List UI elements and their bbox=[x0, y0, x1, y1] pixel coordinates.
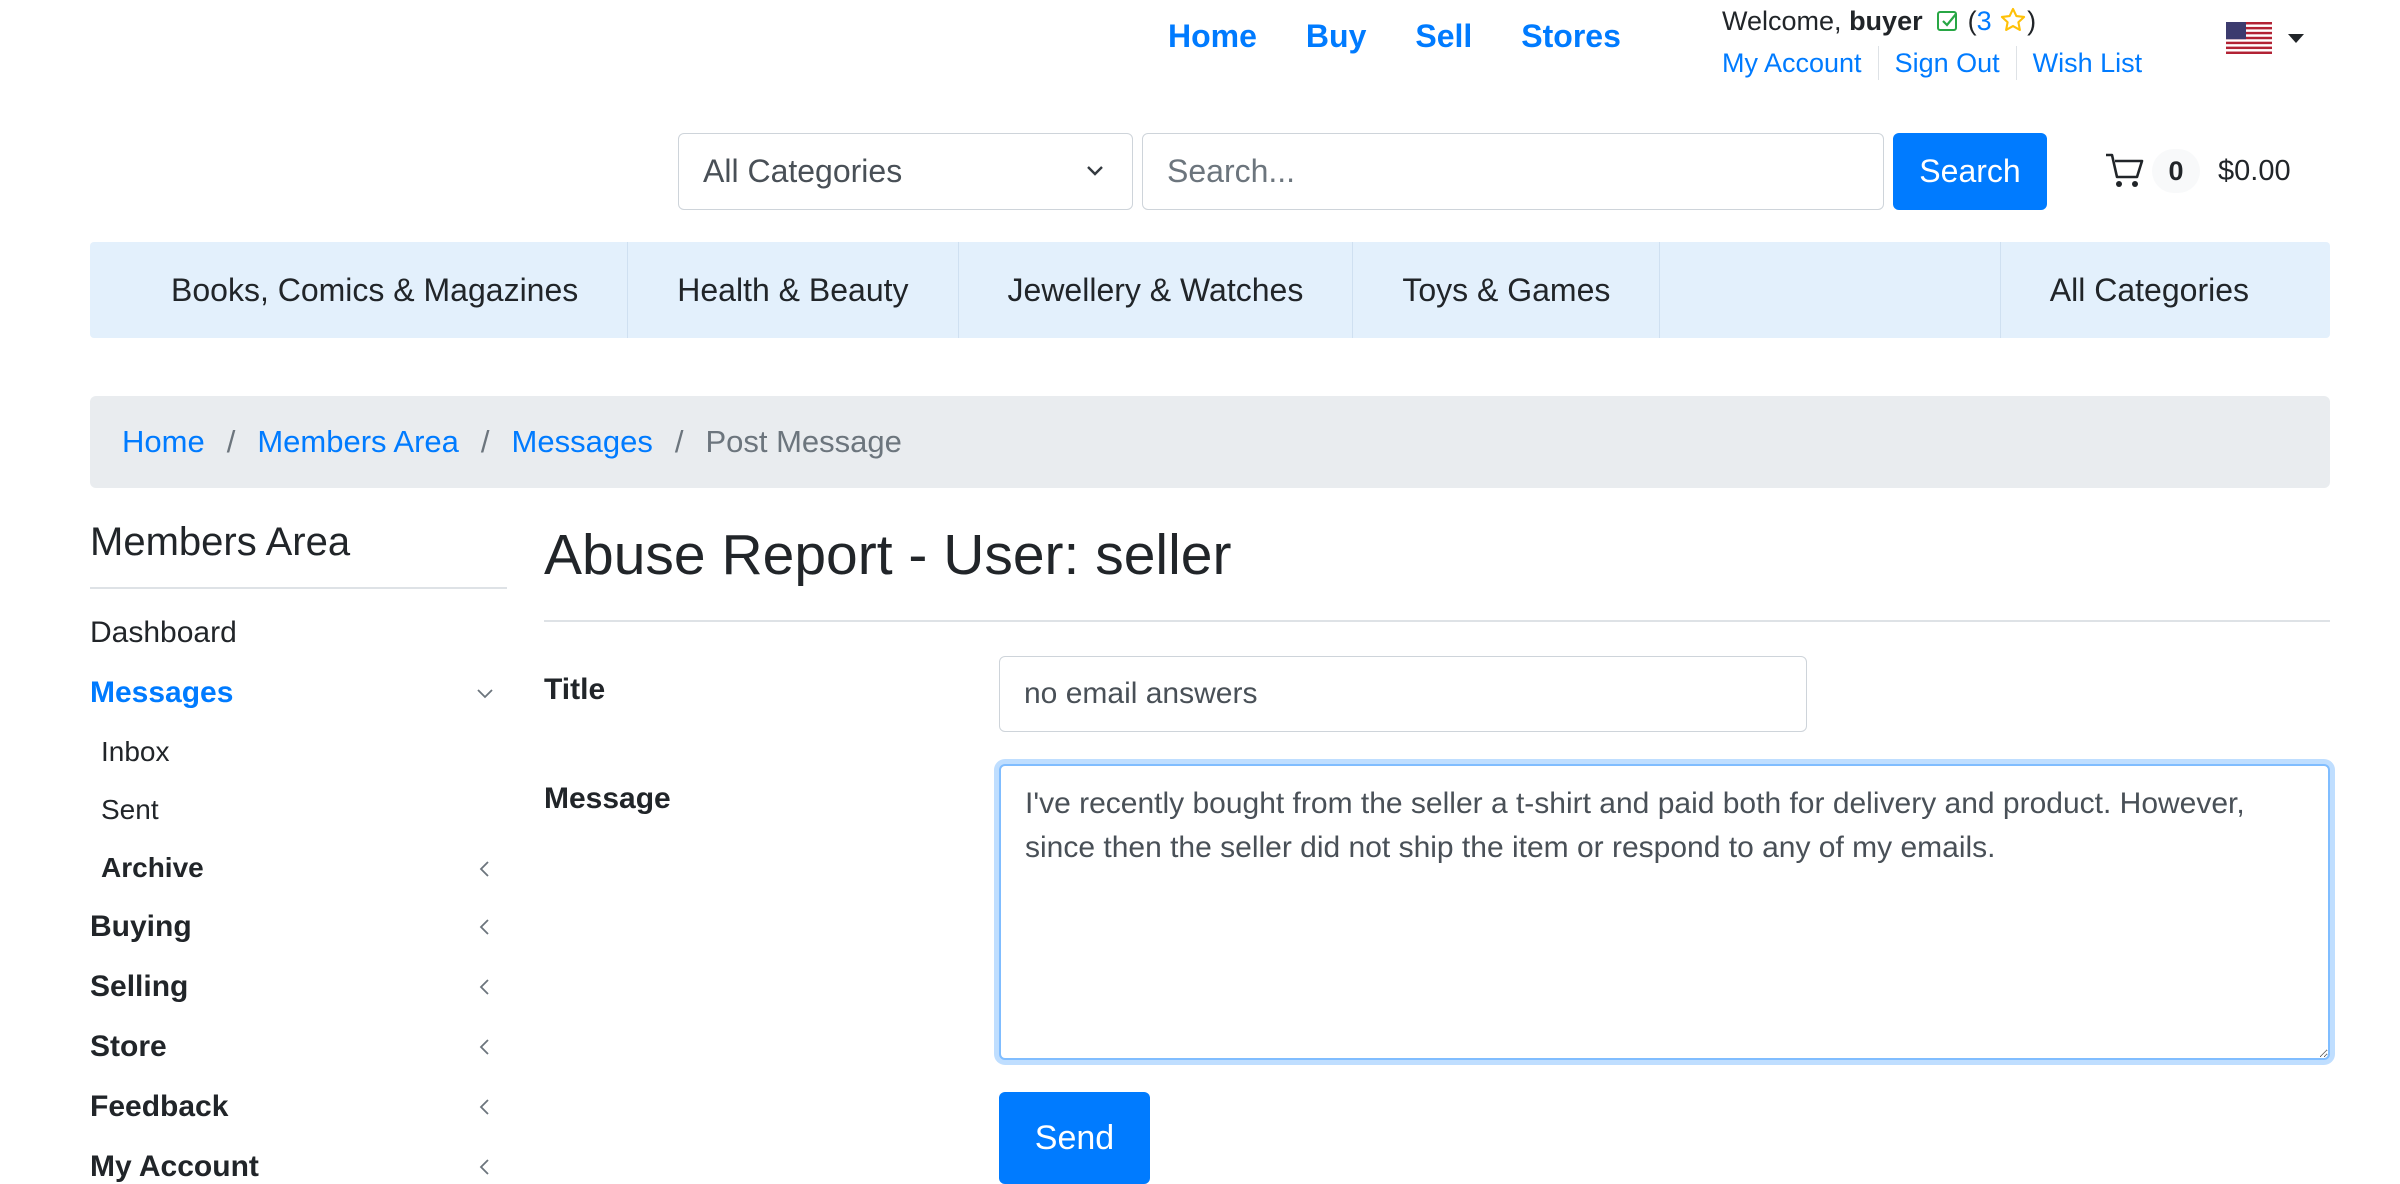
title-input[interactable] bbox=[999, 656, 1807, 732]
welcome-label: Welcome, bbox=[1722, 6, 1842, 36]
category-jewellery-watches[interactable]: Jewellery & Watches bbox=[959, 242, 1354, 338]
sidebar-item-label: Sent bbox=[101, 794, 159, 825]
nav-stores-link[interactable]: Stores bbox=[1521, 18, 1621, 55]
sidebar-item-feedback[interactable]: Feedback bbox=[90, 1077, 507, 1137]
breadcrumb-separator: / bbox=[480, 424, 490, 459]
breadcrumb-current: Post Message bbox=[705, 424, 902, 459]
sidebar-item-buying[interactable]: Buying bbox=[90, 897, 507, 957]
score-paren-close: ) bbox=[2027, 6, 2037, 36]
category-toys-games[interactable]: Toys & Games bbox=[1353, 242, 1661, 338]
chevron-down-icon bbox=[1087, 166, 1103, 176]
breadcrumb-separator: / bbox=[226, 424, 236, 459]
cart-total: $0.00 bbox=[2218, 155, 2291, 187]
chevron-left-icon bbox=[479, 1099, 489, 1115]
breadcrumb-messages[interactable]: Messages bbox=[512, 424, 653, 460]
breadcrumb-members-area[interactable]: Members Area bbox=[257, 424, 459, 460]
sidebar-item-label: Buying bbox=[90, 910, 192, 943]
wish-list-link[interactable]: Wish List bbox=[2015, 46, 2159, 80]
sidebar-item-inbox[interactable]: Inbox bbox=[90, 723, 507, 781]
sidebar-item-dashboard[interactable]: Dashboard bbox=[90, 603, 507, 663]
search-input[interactable] bbox=[1142, 133, 1884, 210]
page-title: Abuse Report - User: seller bbox=[544, 523, 1232, 587]
search-button[interactable]: Search bbox=[1893, 133, 2047, 210]
sidebar-item-my-account[interactable]: My Account bbox=[90, 1137, 507, 1184]
chevron-left-icon bbox=[479, 1159, 489, 1175]
main-nav: Home Buy Sell Stores bbox=[1168, 18, 1670, 55]
cart-icon[interactable] bbox=[2104, 150, 2146, 192]
nav-sell-link[interactable]: Sell bbox=[1415, 18, 1472, 55]
sidebar-title: Members Area bbox=[90, 520, 507, 589]
sidebar-item-messages[interactable]: Messages bbox=[90, 663, 507, 723]
us-flag-icon[interactable] bbox=[2226, 22, 2272, 54]
sidebar-item-label: Dashboard bbox=[90, 616, 237, 649]
sidebar-item-label: Feedback bbox=[90, 1090, 229, 1123]
nav-home-link[interactable]: Home bbox=[1168, 18, 1257, 55]
sidebar-item-archive[interactable]: Archive bbox=[90, 839, 507, 897]
language-caret-icon[interactable] bbox=[2288, 34, 2304, 43]
sidebar-item-label: Archive bbox=[101, 852, 204, 883]
chevron-down-icon bbox=[477, 689, 493, 699]
score-paren-open: ( bbox=[1967, 6, 1977, 36]
sidebar-item-store[interactable]: Store bbox=[90, 1017, 507, 1077]
verified-check-icon bbox=[1937, 11, 1958, 31]
breadcrumb-separator: / bbox=[674, 424, 684, 459]
title-divider bbox=[544, 620, 2330, 622]
category-all[interactable]: All Categories bbox=[2001, 242, 2330, 338]
sidebar-item-label: Messages bbox=[90, 676, 234, 709]
category-bar: Books, Comics & Magazines Health & Beaut… bbox=[90, 242, 2330, 338]
breadcrumb-home[interactable]: Home bbox=[122, 424, 205, 460]
username[interactable]: buyer bbox=[1849, 6, 1923, 36]
sidebar-item-sent[interactable]: Sent bbox=[90, 781, 507, 839]
feedback-score[interactable]: 3 bbox=[1977, 6, 1992, 36]
category-select[interactable]: All Categories bbox=[678, 133, 1133, 210]
welcome-text: Welcome, buyer (3 ) bbox=[1722, 6, 2036, 37]
category-health-beauty[interactable]: Health & Beauty bbox=[628, 242, 959, 338]
title-label: Title bbox=[544, 673, 606, 706]
chevron-left-icon bbox=[479, 861, 489, 877]
chevron-left-icon bbox=[479, 979, 489, 995]
star-icon bbox=[2001, 7, 2026, 31]
sign-out-link[interactable]: Sign Out bbox=[1877, 46, 2016, 80]
breadcrumb: Home / Members Area / Messages / Post Me… bbox=[90, 396, 2330, 488]
category-books[interactable]: Books, Comics & Magazines bbox=[90, 242, 629, 338]
chevron-left-icon bbox=[479, 1039, 489, 1055]
nav-buy-link[interactable]: Buy bbox=[1306, 18, 1366, 55]
my-account-link[interactable]: My Account bbox=[1722, 46, 1878, 80]
sidebar-item-label: Store bbox=[90, 1030, 167, 1063]
message-textarea[interactable]: I've recently bought from the seller a t… bbox=[999, 764, 2330, 1060]
sidebar-item-selling[interactable]: Selling bbox=[90, 957, 507, 1017]
category-select-value: All Categories bbox=[703, 153, 903, 189]
cart-count-badge: 0 bbox=[2152, 149, 2200, 193]
sidebar-item-label: My Account bbox=[90, 1150, 259, 1183]
sidebar-item-label: Inbox bbox=[101, 736, 170, 767]
send-button[interactable]: Send bbox=[999, 1092, 1150, 1184]
category-bar-spacer bbox=[1660, 242, 2001, 338]
sidebar-item-label: Selling bbox=[90, 970, 189, 1003]
message-label: Message bbox=[544, 782, 671, 815]
members-sidebar: Members Area Dashboard Messages Inbox Se… bbox=[90, 520, 507, 1184]
chevron-left-icon bbox=[479, 919, 489, 935]
account-links: My Account Sign Out Wish List bbox=[1722, 46, 2158, 80]
